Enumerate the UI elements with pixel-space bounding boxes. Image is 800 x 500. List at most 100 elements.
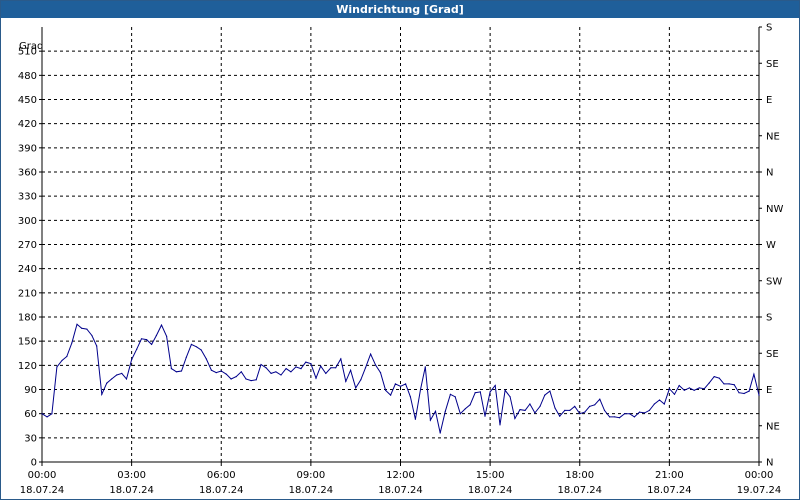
y-tick-label: 240 (18, 264, 37, 275)
data-point (559, 415, 561, 417)
data-point (111, 378, 113, 380)
y-tick-label: 450 (18, 95, 37, 106)
data-point (355, 387, 357, 389)
y-tick-label: 150 (18, 337, 37, 348)
data-point (385, 389, 387, 391)
y-tick-label: 360 (18, 168, 37, 179)
data-point (609, 416, 611, 418)
data-point (409, 396, 411, 398)
x-tick-date: 18.07.24 (289, 485, 334, 496)
data-point (519, 409, 521, 411)
data-point (320, 365, 322, 367)
data-point (524, 409, 526, 411)
data-point (265, 367, 267, 369)
chart-title: Windrichtung [Grad] (1, 1, 799, 18)
data-point (205, 358, 207, 360)
y2-tick-label: S (766, 23, 772, 34)
data-point (738, 392, 740, 394)
data-point (539, 405, 541, 407)
grid-lines (42, 27, 759, 462)
data-point (569, 409, 571, 411)
data-point (180, 370, 183, 372)
data-point (614, 416, 616, 418)
data-point (683, 389, 685, 391)
data-point (434, 410, 437, 412)
data-point (663, 403, 665, 405)
data-point (121, 372, 123, 374)
data-point (733, 384, 735, 386)
data-point (170, 368, 172, 370)
data-point (166, 335, 168, 337)
data-point (91, 334, 93, 337)
data-point (454, 396, 456, 398)
data-point (469, 404, 471, 406)
data-point (325, 372, 327, 374)
y-tick-label: 30 (24, 433, 37, 444)
wind-direction-chart: 0 30 60 90 120 150 180 210 240 270 300 330 360 390 420… (18, 23, 784, 497)
data-point (315, 377, 317, 379)
data-point (86, 328, 88, 330)
y2-tick-label: E (766, 95, 772, 106)
data-point (195, 346, 198, 348)
data-point (529, 403, 531, 405)
data-point (210, 369, 212, 371)
y2-tick-label: E (766, 385, 772, 396)
data-point (250, 380, 252, 382)
data-point (305, 361, 307, 363)
data-point (136, 348, 138, 350)
y-tick-label: 480 (18, 71, 37, 82)
data-point (71, 342, 73, 344)
data-point (444, 410, 446, 412)
data-point (295, 366, 297, 368)
data-point (175, 371, 177, 373)
data-point (46, 416, 48, 418)
data-point (753, 373, 755, 375)
data-point (185, 356, 187, 358)
data-point (220, 370, 222, 372)
data-point (116, 374, 118, 376)
x-tick-date: 18.07.24 (378, 485, 423, 496)
data-point (260, 363, 262, 366)
data-point (449, 393, 451, 395)
data-point (439, 432, 441, 434)
data-point (310, 363, 312, 365)
data-point (56, 366, 58, 368)
data-point (489, 391, 491, 393)
data-point (589, 405, 591, 407)
x-tick-time: 15:00 (476, 470, 505, 481)
y-tick-label: 120 (18, 361, 37, 372)
data-point (638, 411, 641, 413)
data-point (280, 374, 282, 376)
y-axis-ticks: 0 30 60 90 120 150 180 210 240 270 300 330 360 390 420… (18, 47, 42, 469)
data-point (76, 323, 78, 325)
data-point (235, 376, 237, 378)
y-tick-label: 210 (18, 288, 37, 299)
x-tick-time: 00:00 (745, 470, 774, 481)
data-point (644, 412, 646, 414)
data-point (230, 378, 232, 380)
data-point (379, 372, 382, 374)
data-point (370, 353, 372, 355)
data-point (509, 396, 511, 398)
y2-tick-label: N (766, 458, 773, 469)
x-tick-date: 19.07.24 (737, 485, 782, 496)
x-tick-date: 18.07.24 (557, 485, 602, 496)
data-point (624, 413, 626, 415)
data-point (584, 411, 586, 413)
data-point (688, 387, 691, 389)
y2-tick-label: NE (766, 421, 780, 432)
data-point (155, 334, 157, 337)
y2-tick-label: S (766, 313, 772, 324)
y2-tick-label: NE (766, 131, 780, 142)
x-tick-time: 21:00 (655, 470, 684, 481)
data-point (96, 345, 98, 347)
data-point (673, 393, 676, 395)
data-point (648, 409, 651, 411)
data-point (713, 376, 715, 378)
data-point (51, 413, 53, 415)
data-point (678, 384, 680, 387)
data-point (340, 358, 342, 360)
data-point (160, 324, 163, 326)
data-point (708, 382, 710, 384)
y-tick-label: 270 (18, 240, 37, 251)
